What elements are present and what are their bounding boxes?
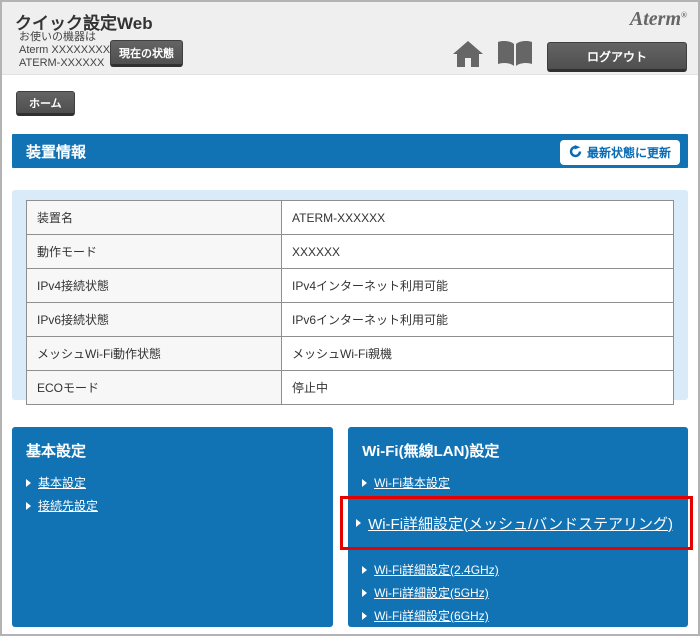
link-wifi-basic-settings[interactable]: Wi-Fi基本設定 (374, 474, 450, 491)
row-value: IPv6インターネット利用可能 (282, 303, 674, 337)
table-row: IPv4接続状態 IPv4インターネット利用可能 (27, 269, 674, 303)
row-label: IPv4接続状態 (27, 269, 282, 303)
book-icon[interactable] (497, 41, 533, 72)
row-value: 停止中 (282, 371, 674, 405)
highlight-red-box: Wi-Fi詳細設定(メッシュ/バンドステアリング) (340, 496, 693, 550)
device-note: お使いの機器は (19, 31, 110, 44)
device-info-table: 装置名 ATERM-XXXXXX 動作モード XXXXXX IPv4接続状態 I… (26, 200, 674, 405)
table-row: ECOモード 停止中 (27, 371, 674, 405)
list-item: Wi-Fi詳細設定(5GHz) (362, 584, 499, 601)
aterm-logo: Aterm® (630, 8, 687, 31)
row-value: ATERM-XXXXXX (282, 201, 674, 235)
registered-mark: ® (681, 10, 687, 19)
row-label: IPv6接続状態 (27, 303, 282, 337)
device-info-section-bar: 装置情報 最新状態に更新 (12, 134, 688, 168)
link-wifi-detail-6ghz[interactable]: Wi-Fi詳細設定(6GHz) (374, 607, 489, 624)
row-label: ECOモード (27, 371, 282, 405)
quick-setup-web-window: クイック設定Web お使いの機器は Aterm XXXXXXXX ATERM-X… (0, 0, 700, 636)
header: クイック設定Web お使いの機器は Aterm XXXXXXXX ATERM-X… (2, 2, 698, 75)
wifi-links-bottom: Wi-Fi詳細設定(2.4GHz) Wi-Fi詳細設定(5GHz) Wi-Fi詳… (362, 561, 499, 630)
refresh-icon (569, 145, 582, 161)
home-icon[interactable] (453, 41, 483, 72)
device-name: ATERM-XXXXXX (19, 57, 110, 70)
logout-button[interactable]: ログアウト (547, 42, 687, 72)
table-row: メッシュWi-Fi動作状態 メッシュWi-Fi親機 (27, 337, 674, 371)
header-actions: ログアウト (453, 41, 687, 72)
table-row: 装置名 ATERM-XXXXXX (27, 201, 674, 235)
link-wifi-detail-mesh-bandsteering[interactable]: Wi-Fi詳細設定(メッシュ/バンドステアリング) (368, 513, 673, 534)
row-label: 装置名 (27, 201, 282, 235)
link-wifi-detail-24ghz[interactable]: Wi-Fi詳細設定(2.4GHz) (374, 561, 499, 578)
row-value: メッシュWi-Fi親機 (282, 337, 674, 371)
home-button[interactable]: ホーム (16, 91, 75, 116)
triangle-right-icon (362, 479, 367, 487)
device-info: お使いの機器は Aterm XXXXXXXX ATERM-XXXXXX (19, 31, 110, 70)
list-item: Wi-Fi基本設定 (362, 474, 450, 491)
triangle-right-icon (362, 589, 367, 597)
basic-settings-panel: 基本設定 基本設定 接続先設定 (12, 427, 333, 627)
settings-panels: 基本設定 基本設定 接続先設定 Wi-Fi(無線LAN)設定 Wi-Fi基本設定 (12, 427, 688, 627)
panel-title: 基本設定 (26, 440, 86, 461)
section-title: 装置情報 (12, 141, 86, 162)
device-model: Aterm XXXXXXXX (19, 44, 110, 57)
triangle-right-icon (362, 566, 367, 574)
table-row: 動作モード XXXXXX (27, 235, 674, 269)
list-item: Wi-Fi詳細設定(6GHz) (362, 607, 499, 624)
triangle-right-icon (26, 479, 31, 487)
list-item: 基本設定 (26, 474, 98, 491)
row-label: メッシュWi-Fi動作状態 (27, 337, 282, 371)
table-row: IPv6接続状態 IPv6インターネット利用可能 (27, 303, 674, 337)
triangle-right-icon (362, 612, 367, 620)
list-item: 接続先設定 (26, 497, 98, 514)
current-status-button[interactable]: 現在の状態 (110, 40, 183, 67)
triangle-right-icon (26, 502, 31, 510)
row-label: 動作モード (27, 235, 282, 269)
link-basic-settings[interactable]: 基本設定 (38, 474, 86, 491)
wifi-links-top: Wi-Fi基本設定 (362, 474, 450, 497)
wifi-settings-panel: Wi-Fi(無線LAN)設定 Wi-Fi基本設定 Wi-Fi詳細設定(メッシュ/… (348, 427, 688, 627)
device-info-panel: 装置名 ATERM-XXXXXX 動作モード XXXXXX IPv4接続状態 I… (12, 190, 688, 400)
refresh-button-label: 最新状態に更新 (587, 144, 671, 161)
link-connection-settings[interactable]: 接続先設定 (38, 497, 98, 514)
basic-settings-links: 基本設定 接続先設定 (26, 474, 98, 520)
row-value: IPv4インターネット利用可能 (282, 269, 674, 303)
link-wifi-detail-5ghz[interactable]: Wi-Fi詳細設定(5GHz) (374, 584, 489, 601)
refresh-button[interactable]: 最新状態に更新 (560, 140, 680, 165)
triangle-right-icon (356, 519, 361, 527)
panel-title: Wi-Fi(無線LAN)設定 (362, 440, 499, 461)
list-item: Wi-Fi詳細設定(2.4GHz) (362, 561, 499, 578)
row-value: XXXXXX (282, 235, 674, 269)
